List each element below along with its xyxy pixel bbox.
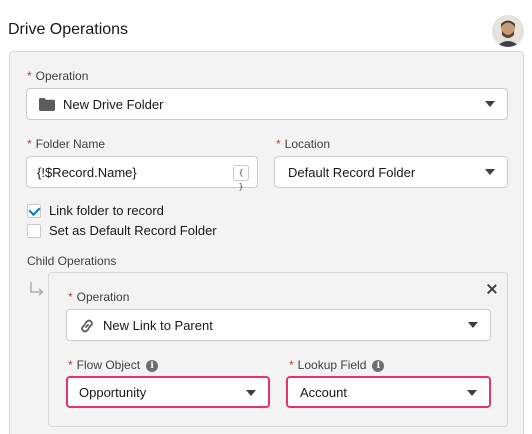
folder-name-label: * Folder Name	[27, 137, 106, 151]
page-title: Drive Operations	[8, 21, 129, 38]
operation-select[interactable]: New Drive Folder	[26, 88, 508, 120]
lookup-field-select[interactable]: Account	[286, 376, 491, 408]
chevron-down-icon	[468, 322, 478, 328]
merge-field-button[interactable]: { }	[233, 165, 249, 191]
chevron-down-icon	[485, 169, 495, 175]
required-marker: *	[68, 358, 73, 372]
folder-name-input[interactable]: {!$Record.Name} { }	[26, 156, 258, 191]
link-folder-label: Link folder to record	[49, 203, 164, 218]
flow-object-select[interactable]: Opportunity	[66, 376, 270, 408]
child-arrow-icon	[30, 282, 44, 296]
info-icon[interactable]: i	[372, 359, 385, 372]
location-select[interactable]: Default Record Folder	[274, 156, 508, 188]
required-marker: *	[68, 290, 73, 304]
required-marker: *	[276, 137, 281, 151]
required-marker: *	[27, 137, 32, 151]
info-icon[interactable]: i	[146, 359, 159, 372]
chevron-down-icon	[485, 101, 495, 107]
avatar-icon	[492, 15, 524, 47]
location-label: * Location	[276, 137, 331, 151]
child-operation-select[interactable]: New Link to Parent	[66, 309, 491, 341]
link-icon	[81, 319, 93, 333]
user-avatar[interactable]	[492, 15, 524, 47]
chevron-down-icon	[467, 390, 477, 396]
operation-label: * Operation	[27, 69, 89, 83]
close-icon[interactable]	[486, 283, 498, 295]
default-folder-label: Set as Default Record Folder	[49, 223, 217, 238]
default-folder-checkbox[interactable]	[27, 224, 41, 238]
required-marker: *	[289, 358, 294, 372]
folder-icon	[39, 98, 55, 111]
child-operation-label: * Operation	[68, 290, 130, 304]
link-folder-checkbox[interactable]	[27, 204, 41, 218]
flow-object-label: * Flow Object i	[68, 358, 159, 372]
chevron-down-icon	[246, 390, 256, 396]
required-marker: *	[27, 69, 32, 83]
lookup-field-label: * Lookup Field i	[289, 358, 385, 372]
child-operations-label: Child Operations	[27, 254, 117, 268]
